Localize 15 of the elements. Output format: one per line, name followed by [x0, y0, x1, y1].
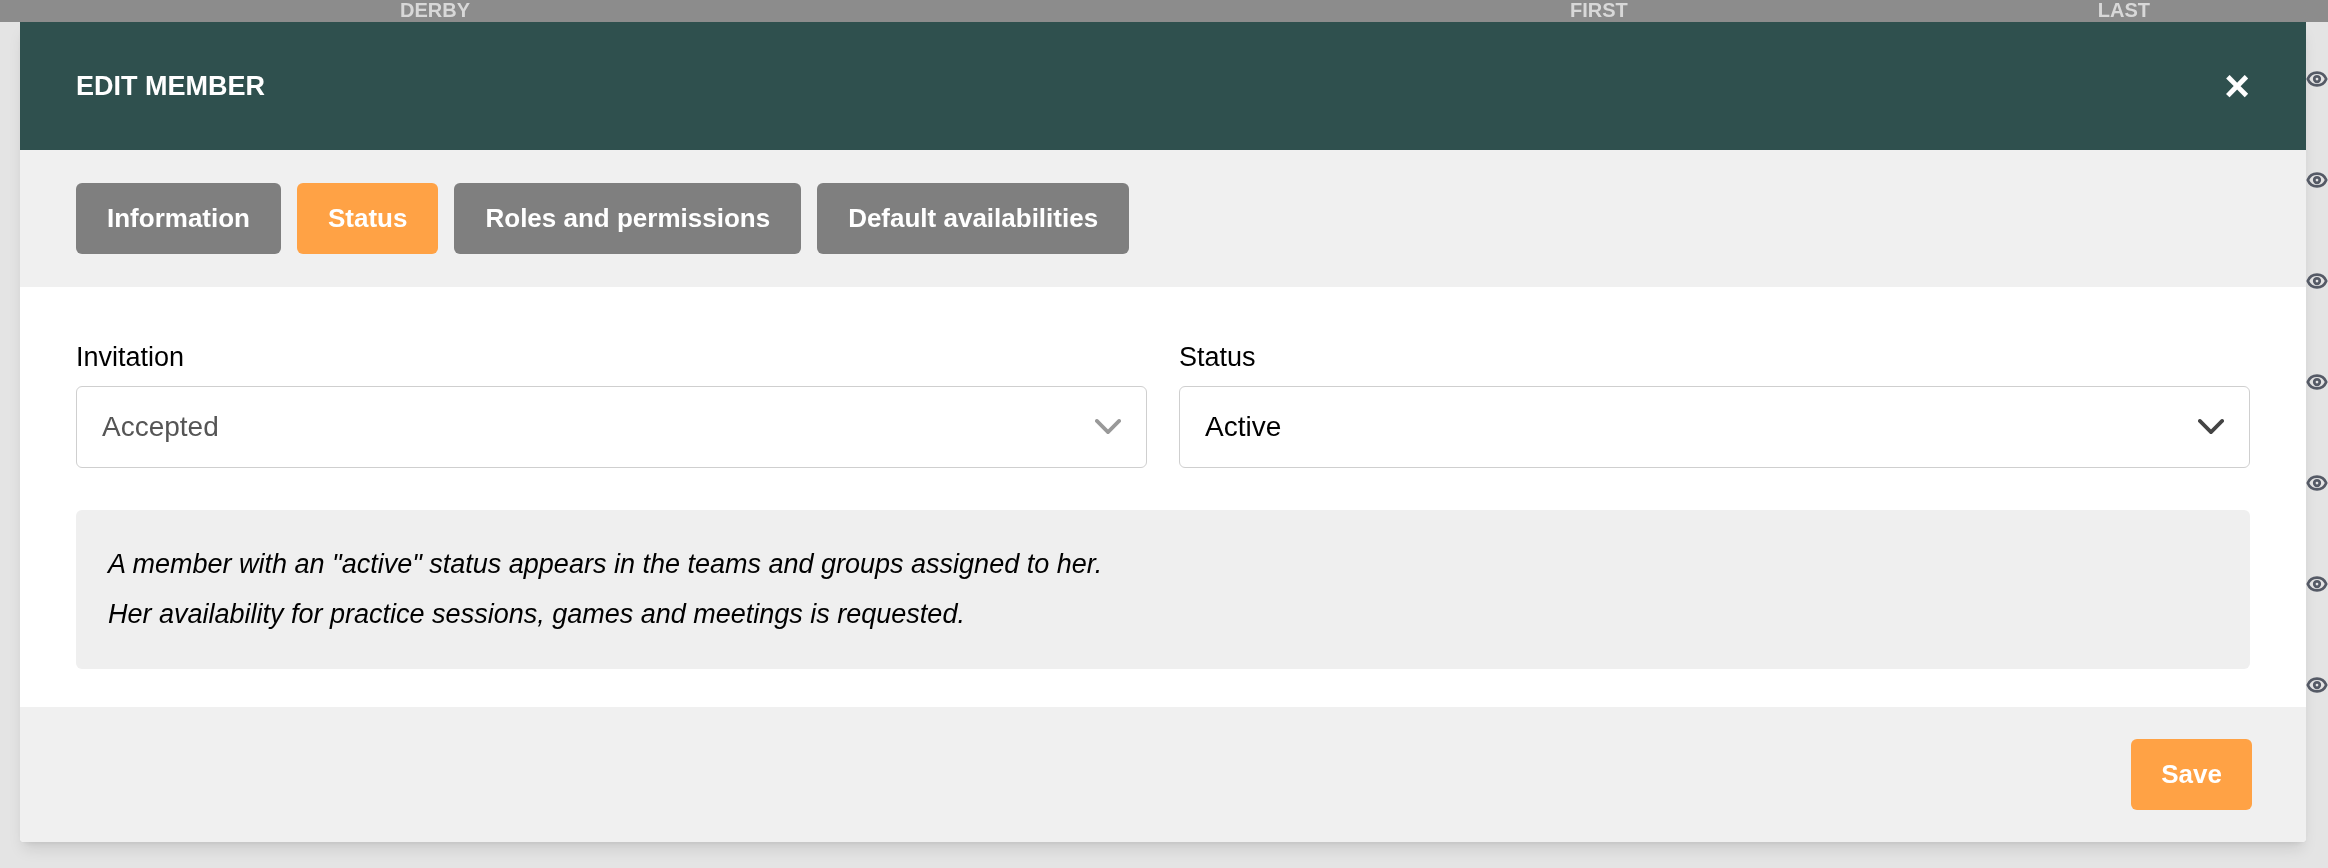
- tab[interactable]: Default availabilities: [817, 183, 1130, 254]
- tab[interactable]: Roles and permissions: [454, 183, 802, 254]
- info-text: Her availability for practice sessions, games and meetings is requested.: [108, 598, 966, 631]
- select-field[interactable]: Active: [1179, 385, 2250, 468]
- column-header: DERBY: [400, 0, 470, 20]
- chevron-down-icon: [2198, 419, 2224, 434]
- column-header: LAST: [2097, 0, 2150, 20]
- field-label: Status: [1179, 341, 1257, 374]
- tab[interactable]: Information: [76, 183, 281, 254]
- info-text: A member with an "active" status appears in the teams and groups assigned to her.: [108, 547, 1104, 581]
- chevron-down-icon: [1095, 419, 1121, 434]
- field-label: Invitation: [76, 341, 186, 374]
- dialog-title: EDIT MEMBER: [76, 69, 265, 103]
- column-header: FIRST: [1570, 0, 1628, 20]
- close-button[interactable]: ×: [2224, 64, 2250, 108]
